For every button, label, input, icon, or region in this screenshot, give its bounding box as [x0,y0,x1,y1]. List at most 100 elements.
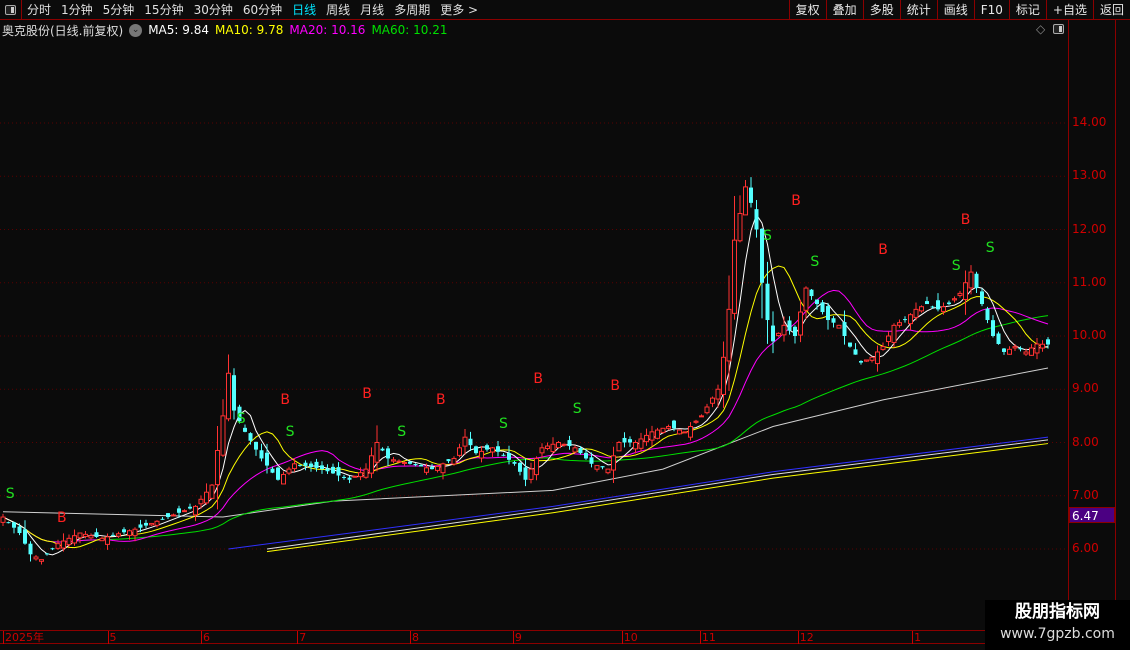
candle-up [88,535,94,539]
buy-signal: B [362,386,372,402]
price-tick-label: 13.00 [1072,168,1107,183]
candle-up [99,537,105,542]
candle-up [0,516,6,523]
panel-toggle-button[interactable] [0,0,22,20]
candle-down [809,289,814,297]
toolbar-button[interactable]: 画线 [936,0,974,20]
period-tab[interactable]: 日线 [287,0,321,20]
candle-down [320,465,324,470]
candle-up [55,543,61,549]
candle-up [721,356,726,395]
candle-down [232,375,236,411]
toolbar-button[interactable]: 统计 [899,0,937,20]
candle-down [600,466,605,468]
period-tab[interactable]: 5分钟 [98,0,140,20]
candle-up [556,442,561,449]
sell-signal: S [237,411,246,427]
candle-down [628,439,632,443]
date-tick-label: 11 [699,631,716,644]
candle-down [331,466,335,474]
candle-up [897,322,902,326]
period-tab[interactable]: 1分钟 [56,0,98,20]
candle-down [413,464,418,466]
period-tab[interactable]: 更多 > [435,0,483,20]
period-tab[interactable]: 30分钟 [189,0,238,20]
candle-up [605,468,611,474]
candle-up [1040,343,1045,349]
panel-icon [5,4,16,15]
period-tab[interactable]: 周线 [321,0,355,20]
candle-up [215,449,220,486]
buy-signal: B [57,510,67,526]
indicator-info: 奥克股份(日线.前复权) ⌄ MA5: 9.84 MA10: 9.78 MA20… [0,21,447,39]
candle-up [699,415,704,418]
candle-down [446,459,451,462]
candle-up [715,388,721,400]
candle-down [298,464,302,466]
candle-up [402,461,407,464]
candle-down [6,522,11,524]
price-tick-label: 6.00 [1072,541,1099,555]
ma5-value: MA5: 9.84 [148,23,209,37]
candle-down [831,318,836,323]
candle-down [980,291,984,305]
candle-up [116,533,121,537]
toolbar-button[interactable]: +自选 [1045,0,1093,20]
buy-signal: B [878,242,888,258]
candle-down [309,463,313,467]
candle-up [649,431,655,441]
candle-down [17,526,22,534]
period-tab[interactable]: 15分钟 [139,0,188,20]
candle-up [798,311,803,336]
diamond-icon[interactable]: ◇ [1036,22,1045,36]
candle-up [424,467,429,473]
period-tab[interactable]: 分时 [22,0,56,20]
toolbar-button[interactable]: 多股 [862,0,900,20]
toolbar-button[interactable]: 标记 [1008,0,1046,20]
candle-up [369,455,374,474]
period-tab[interactable]: 月线 [355,0,389,20]
candle-down [985,308,990,321]
kline-chart[interactable]: SBSBSBSBSBSBSBSBSBS [0,38,1068,630]
candle-down [408,461,412,464]
period-tab[interactable]: 60分钟 [238,0,287,20]
candle-down [314,461,319,469]
candle-up [666,426,671,429]
candle-down [12,522,16,528]
panel-icon[interactable] [1053,24,1065,34]
watermark-name: 股朋指标网 [1015,602,1100,622]
candle-up [457,447,462,456]
candle-down [853,349,858,355]
price-tick-label: 11.00 [1072,274,1107,289]
candle-down [826,306,830,321]
candle-down [430,467,434,470]
candle-up [61,540,66,549]
candle-down [523,467,528,480]
candle-down [936,300,940,310]
candle-down [386,448,390,459]
toolbar-button[interactable]: 复权 [788,0,826,20]
candle-down [749,187,753,203]
candle-down [23,529,27,544]
candle-up [941,306,946,312]
candle-down [347,477,352,480]
candle-down [512,462,517,464]
candle-down [188,506,192,509]
price-tick-label: 8.00 [1072,434,1099,449]
toolbar-button[interactable]: 叠加 [825,0,863,20]
candle-down [144,522,148,526]
date-tick-label: 10 [621,631,638,644]
toolbar-button[interactable]: F10 [973,0,1009,20]
period-tab[interactable]: 多周期 [389,0,435,20]
candle-up [396,460,402,463]
candle-down [303,462,308,466]
chevron-down-icon[interactable]: ⌄ [129,23,143,37]
candle-up [913,308,919,318]
candle-up [193,505,198,516]
candle-down [122,529,126,533]
candle-down [474,446,478,454]
candle-down [496,446,500,452]
candle-up [66,537,72,546]
toolbar-button[interactable]: 返回 [1092,0,1130,20]
candle-down [754,209,759,230]
